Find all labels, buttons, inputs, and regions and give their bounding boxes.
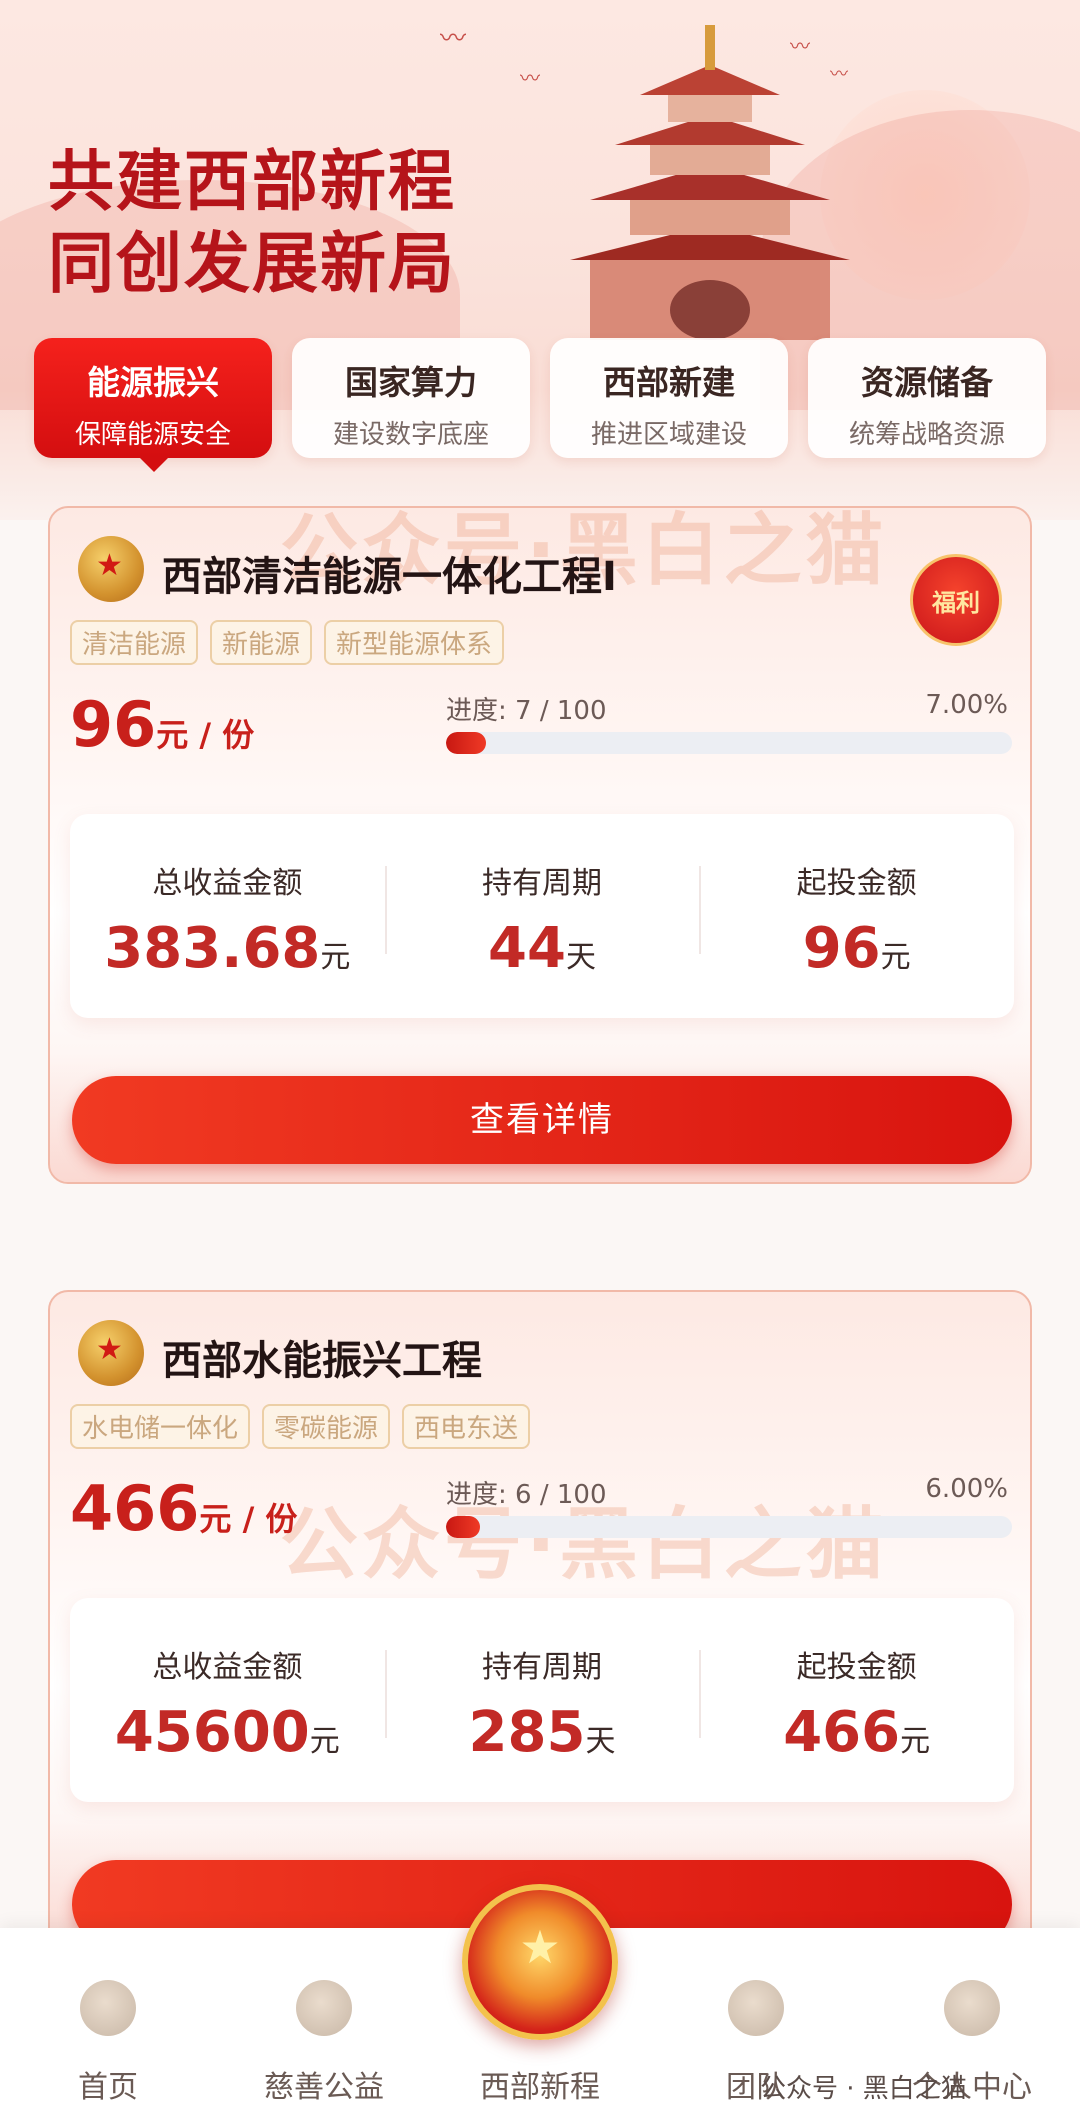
- product-tag: 零碳能源: [262, 1404, 391, 1449]
- stat-value: 45600: [114, 1700, 310, 1765]
- tab-resource-reserve[interactable]: 资源储备 统筹战略资源: [808, 338, 1046, 458]
- bird-icon: 〰: [440, 24, 467, 54]
- product-tag: 新型能源体系: [324, 620, 505, 665]
- tab-title: 资源储备: [861, 363, 993, 402]
- home-icon: [80, 1980, 136, 2036]
- tab-title: 国家算力: [345, 363, 477, 402]
- progress-fill: [446, 732, 486, 754]
- stat-holding-period: 持有周期 44天: [384, 814, 700, 1018]
- stat-unit: 元: [320, 940, 351, 975]
- view-details-button[interactable]: 查看详情: [72, 1076, 1012, 1164]
- nav-label: 慈善公益: [264, 2070, 384, 2103]
- progress-fill: [446, 1516, 480, 1538]
- stat-value: 383.68: [104, 916, 321, 981]
- progress-bar: [446, 732, 1012, 754]
- stat-min-investment: 起投金额 96元: [699, 814, 1014, 1018]
- stat-holding-period: 持有周期 285天: [384, 1598, 700, 1802]
- stat-label: 起投金额: [796, 1650, 917, 1685]
- stat-value-group: 285天: [385, 1700, 700, 1765]
- tab-subtitle: 建设数字底座: [332, 420, 489, 450]
- stat-value: 44: [488, 916, 566, 981]
- stat-value-group: 96元: [699, 916, 1014, 981]
- tab-title: 能源振兴: [87, 363, 219, 402]
- stat-label: 总收益金额: [152, 866, 303, 901]
- tab-western-construction[interactable]: 西部新建 推进区域建设: [550, 338, 788, 458]
- product-tag: 清洁能源: [70, 620, 199, 665]
- stat-unit: 天: [585, 1724, 616, 1759]
- unit-price: 466元 / 份: [70, 1472, 297, 1545]
- product-tags: 清洁能源 新能源 新型能源体系: [70, 620, 505, 665]
- unit-price: 96元 / 份: [70, 688, 254, 761]
- stats-panel: 总收益金额 383.68元 持有周期 44天 起投金额 96元: [70, 814, 1014, 1018]
- stat-total-income: 总收益金额 383.68元: [70, 814, 385, 1018]
- team-icon: [728, 1980, 784, 2036]
- progress-label: 进度: 7 / 100: [446, 696, 607, 726]
- tab-energy[interactable]: 能源振兴 保障能源安全: [34, 338, 272, 472]
- product-card: 公众号·黑白之猫 西部水能振兴工程 水电储一体化 零碳能源 西电东送 466元 …: [48, 1290, 1032, 1950]
- product-tag: 水电储一体化: [70, 1404, 251, 1449]
- tab-computing[interactable]: 国家算力 建设数字底座: [292, 338, 530, 458]
- stat-value: 96: [802, 916, 881, 981]
- stat-value: 466: [783, 1700, 901, 1765]
- category-tabs: 能源振兴 保障能源安全 国家算力 建设数字底座 西部新建 推进区域建设 资源储备…: [34, 338, 1046, 472]
- nav-label: 西部新程: [480, 2070, 600, 2103]
- stat-min-investment: 起投金额 466元: [699, 1598, 1014, 1802]
- price-value: 466: [70, 1472, 200, 1545]
- tab-subtitle: 推进区域建设: [590, 420, 747, 450]
- progress-percent: 6.00%: [925, 1474, 1008, 1504]
- emblem-icon: [78, 1320, 144, 1386]
- stat-unit: 元: [900, 1724, 931, 1759]
- stat-value: 285: [468, 1700, 586, 1765]
- wechat-watermark: 公众号 · 黑白之猫: [760, 2074, 967, 2103]
- progress-label: 进度: 6 / 100: [446, 1480, 607, 1510]
- charity-icon: [296, 1980, 352, 2036]
- product-tag: 西电东送: [402, 1404, 531, 1449]
- tab-subtitle: 保障能源安全: [74, 420, 231, 450]
- stat-unit: 天: [565, 940, 596, 975]
- product-tags: 水电储一体化 零碳能源 西电东送: [70, 1404, 531, 1449]
- price-value: 96: [70, 688, 157, 761]
- product-tag: 新能源: [210, 620, 313, 665]
- pagoda-illustration: [570, 25, 850, 340]
- stat-value-group: 45600元: [70, 1700, 385, 1765]
- stat-label: 起投金额: [796, 866, 917, 901]
- stat-label: 持有周期: [482, 1650, 602, 1685]
- product-card: 公众号·黑白之猫 西部清洁能源一体化工程I 福利 清洁能源 新能源 新型能源体系…: [48, 506, 1032, 1184]
- user-icon: [944, 1980, 1000, 2036]
- headline-line-1: 共建西部新程: [48, 142, 456, 220]
- stat-value-group: 466元: [699, 1700, 1014, 1765]
- star-icon: ★: [519, 1920, 561, 1974]
- price-unit: 元 / 份: [156, 716, 255, 754]
- nav-label: 首页: [78, 2070, 138, 2103]
- bird-icon: 〰: [520, 66, 540, 90]
- price-unit: 元 / 份: [199, 1500, 298, 1538]
- stat-unit: 元: [309, 1724, 340, 1759]
- tab-title: 西部新建: [603, 363, 735, 402]
- product-title: 西部水能振兴工程: [162, 1338, 482, 1384]
- stats-panel: 总收益金额 45600元 持有周期 285天 起投金额 466元: [70, 1598, 1014, 1802]
- stat-total-income: 总收益金额 45600元: [70, 1598, 385, 1802]
- product-title: 西部清洁能源一体化工程I: [162, 554, 617, 600]
- progress-percent: 7.00%: [925, 690, 1008, 720]
- nav-item-home[interactable]: 首页: [0, 1928, 216, 2103]
- gift-badge-icon: 福利: [910, 554, 1002, 646]
- stat-value-group: 383.68元: [70, 916, 385, 981]
- headline-line-2: 同创发展新局: [48, 224, 456, 302]
- stat-label: 总收益金额: [152, 1650, 303, 1685]
- page-headline: 共建西部新程 同创发展新局: [48, 140, 456, 304]
- emblem-icon: [78, 536, 144, 602]
- emblem-icon[interactable]: ★: [462, 1884, 618, 2040]
- nav-item-charity[interactable]: 慈善公益: [216, 1928, 432, 2103]
- progress-bar: [446, 1516, 1012, 1538]
- stat-label: 持有周期: [482, 866, 602, 901]
- stat-unit: 元: [880, 940, 911, 975]
- tab-subtitle: 统筹战略资源: [848, 420, 1005, 450]
- stat-value-group: 44天: [385, 916, 700, 981]
